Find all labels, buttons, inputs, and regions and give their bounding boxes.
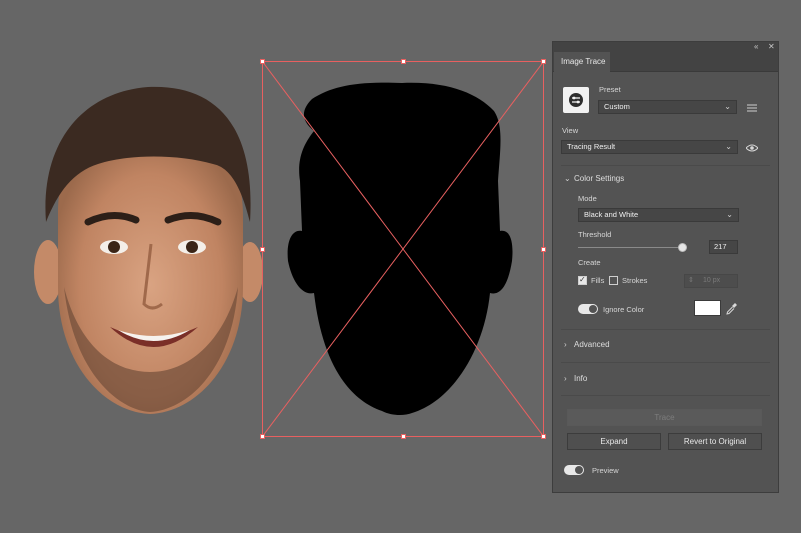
trace-preset-icon[interactable]: [563, 87, 589, 113]
handle-middle-left[interactable]: [260, 247, 265, 252]
divider: [561, 165, 770, 166]
preview-toggle[interactable]: [564, 465, 584, 475]
stroke-width-stepper: ⇕ 10 px: [684, 274, 738, 288]
chevron-down-icon: ⌄: [724, 102, 731, 111]
handle-top-right[interactable]: [541, 59, 546, 64]
preview-label: Preview: [592, 466, 619, 475]
strokes-checkbox[interactable]: [609, 276, 618, 285]
handle-top-left[interactable]: [260, 59, 265, 64]
chevron-down-icon: ⌄: [725, 142, 732, 151]
fills-label: Fills: [591, 276, 605, 285]
stroke-width-value: 10 px: [703, 277, 721, 284]
info-label: Info: [574, 374, 588, 383]
handle-middle-right[interactable]: [541, 247, 546, 252]
ignore-color-toggle[interactable]: [578, 304, 598, 314]
ignore-color-label: Ignore Color: [603, 305, 645, 314]
view-label: View: [562, 126, 579, 135]
create-label: Create: [578, 258, 601, 267]
handle-bottom-middle[interactable]: [401, 434, 406, 439]
divider: [561, 329, 770, 330]
preset-select[interactable]: Custom ⌄: [598, 100, 737, 114]
revert-to-original-button[interactable]: Revert to Original: [668, 433, 762, 450]
eyedropper-icon[interactable]: [726, 302, 738, 315]
traced-silhouette[interactable]: [262, 61, 544, 437]
advanced-label: Advanced: [574, 340, 610, 349]
expand-button[interactable]: Expand: [567, 433, 661, 450]
advanced-toggle[interactable]: › Advanced: [564, 340, 610, 349]
mode-label: Mode: [578, 194, 597, 203]
panel-tab-bar: Image Trace: [553, 52, 778, 72]
chevron-right-icon: ›: [564, 374, 567, 383]
chevron-down-icon: ⌄: [726, 210, 733, 219]
view-value: Tracing Result: [567, 142, 616, 151]
mode-value: Black and White: [584, 210, 639, 219]
threshold-slider-track[interactable]: [578, 247, 683, 248]
trace-selection-bbox[interactable]: [260, 59, 546, 439]
handle-top-middle[interactable]: [401, 59, 406, 64]
threshold-input[interactable]: 217: [709, 240, 738, 254]
divider: [561, 395, 770, 396]
trace-button[interactable]: Trace: [567, 409, 762, 426]
panel-title-bar[interactable]: « ✕: [553, 42, 778, 52]
mode-select[interactable]: Black and White ⌄: [578, 208, 739, 222]
chevron-down-icon: ⌄: [564, 174, 571, 183]
info-toggle[interactable]: › Info: [564, 374, 587, 383]
preset-list-icon[interactable]: [747, 104, 757, 112]
strokes-label: Strokes: [622, 276, 648, 285]
color-settings-toggle[interactable]: ⌄ Color Settings: [564, 174, 624, 183]
source-face-photo[interactable]: [28, 72, 268, 427]
ignore-color-swatch[interactable]: [694, 300, 721, 316]
fills-checkbox[interactable]: [578, 275, 587, 285]
view-select[interactable]: Tracing Result ⌄: [561, 140, 738, 154]
image-trace-panel: « ✕ Image Trace Preset Custom ⌄ View Tra…: [552, 41, 779, 493]
chevron-right-icon: ›: [564, 340, 567, 349]
color-settings-label: Color Settings: [574, 174, 625, 183]
preset-value: Custom: [604, 102, 630, 111]
threshold-slider-thumb[interactable]: [678, 243, 687, 252]
handle-bottom-left[interactable]: [260, 434, 265, 439]
threshold-label: Threshold: [578, 230, 612, 239]
divider: [561, 362, 770, 363]
handle-bottom-right[interactable]: [541, 434, 546, 439]
stepper-arrows-icon: ⇕: [688, 277, 694, 284]
tab-image-trace[interactable]: Image Trace: [554, 52, 610, 72]
close-icon[interactable]: ✕: [768, 42, 775, 52]
collapse-icon[interactable]: «: [754, 42, 758, 52]
preset-label: Preset: [599, 85, 621, 94]
eye-icon[interactable]: [746, 144, 758, 152]
